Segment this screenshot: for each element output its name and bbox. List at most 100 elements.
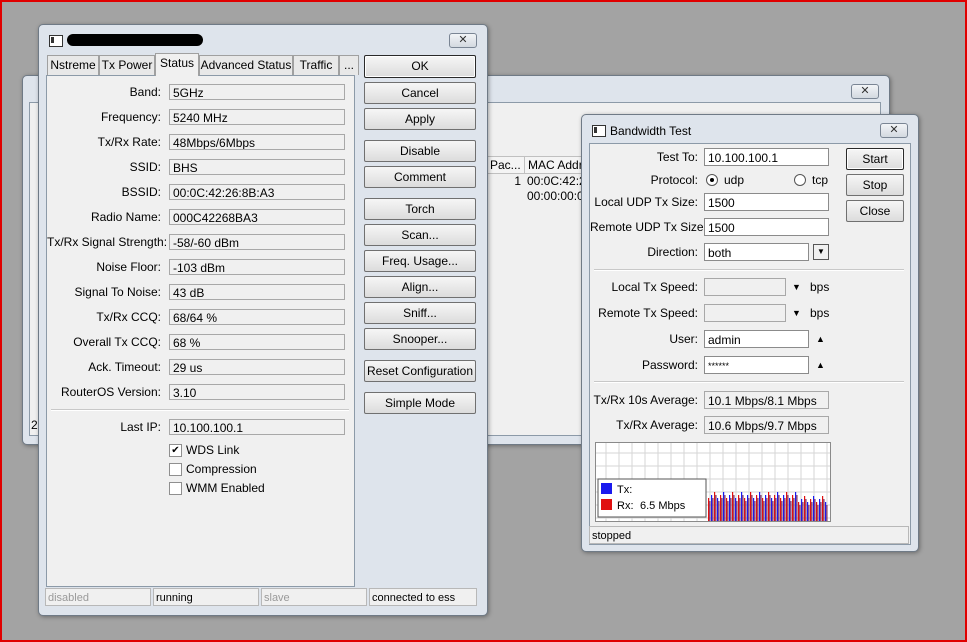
user-label: User:	[669, 332, 698, 346]
simple-mode-button[interactable]: Simple Mode	[364, 392, 476, 414]
graph-bar	[769, 495, 771, 521]
sniff-button[interactable]: Sniff...	[364, 302, 476, 324]
remote-tx-speed-input[interactable]	[704, 304, 786, 322]
wmm-enabled-checkbox[interactable]	[169, 482, 182, 495]
tab-more[interactable]: ...	[339, 55, 359, 75]
tab-traffic[interactable]: Traffic	[293, 55, 339, 75]
test-to-input[interactable]: 10.100.100.1	[704, 148, 829, 166]
radio-name-value: 000C42268BA3	[169, 209, 345, 225]
password-input[interactable]: ******	[704, 356, 809, 374]
close-button[interactable]: ✕	[880, 123, 908, 138]
graph-bar	[813, 496, 815, 521]
local-tx-speed-input[interactable]	[704, 278, 786, 296]
window-icon	[49, 35, 63, 47]
last-ip-label: Last IP:	[120, 420, 161, 434]
user-input[interactable]: admin	[704, 330, 809, 348]
graph-bar	[772, 501, 774, 521]
freq-usage-button[interactable]: Freq. Usage...	[364, 250, 476, 272]
comment-button[interactable]: Comment	[364, 166, 476, 188]
signal-to-noise-label: Signal To Noise:	[74, 285, 162, 299]
ssid-label: SSID:	[129, 160, 161, 174]
graph-bar	[820, 502, 822, 521]
tab-status[interactable]: Status	[155, 53, 199, 76]
chevron-up-icon[interactable]: ▲	[816, 334, 825, 344]
graph-bar	[736, 501, 738, 521]
remote-udp-tx-size-input[interactable]: 1500	[704, 218, 829, 236]
start-button[interactable]: Start	[846, 148, 904, 170]
avg-value: 10.6 Mbps/9.7 Mbps	[704, 416, 829, 434]
align-button[interactable]: Align...	[364, 276, 476, 298]
graph-bar	[748, 498, 750, 521]
avg-10s-value: 10.1 Mbps/8.1 Mbps	[704, 391, 829, 409]
apply-button[interactable]: Apply	[364, 108, 476, 130]
direction-dropdown-icon[interactable]: ▼	[813, 244, 829, 260]
graph-bar	[774, 495, 776, 521]
background-row-mac[interactable]: 00:0C:42:26	[527, 174, 585, 188]
graph-bar	[745, 501, 747, 521]
background-column-header-mac[interactable]: MAC Address	[524, 156, 589, 174]
graph-bar	[717, 498, 719, 521]
ok-button[interactable]: OK	[364, 55, 476, 78]
graph-bar	[789, 498, 791, 521]
graph-bar	[793, 498, 795, 521]
graph-bar	[763, 501, 765, 521]
reset-configuration-button[interactable]: Reset Configuration	[364, 360, 476, 382]
local-udp-tx-size-input[interactable]: 1500	[704, 193, 829, 211]
graph-bar	[781, 501, 783, 521]
graph-bar	[790, 501, 792, 521]
band-label: Band:	[129, 85, 161, 99]
tx-legend-swatch	[601, 483, 612, 494]
wds-link-checkbox[interactable]: ✔	[169, 444, 182, 457]
graph-bar	[723, 492, 725, 521]
graph-bar	[787, 495, 789, 521]
interface-window[interactable]: ✕ Nstreme Tx Power Status Advanced Statu…	[38, 24, 488, 616]
graph-bar	[732, 492, 734, 521]
chevron-down-icon[interactable]: ▼	[792, 308, 801, 318]
tab-nstreme[interactable]: Nstreme	[47, 55, 99, 75]
close-dialog-button[interactable]: Close	[846, 200, 904, 222]
scan-button[interactable]: Scan...	[364, 224, 476, 246]
remote-tx-speed-label: Remote Tx Speed:	[598, 306, 698, 320]
bandwidth-test-status: stopped	[589, 526, 909, 544]
stop-button[interactable]: Stop	[846, 174, 904, 196]
tab-tx-power[interactable]: Tx Power	[99, 55, 155, 75]
protocol-label: Protocol:	[650, 173, 698, 187]
graph-bar	[735, 498, 737, 521]
direction-select[interactable]: both	[704, 243, 809, 261]
compression-checkbox[interactable]	[169, 463, 182, 476]
background-left-digit: 2	[31, 418, 38, 432]
disable-button[interactable]: Disable	[364, 140, 476, 162]
torch-button[interactable]: Torch	[364, 198, 476, 220]
chevron-up-icon[interactable]: ▲	[816, 360, 825, 370]
band-value: 5GHz	[169, 84, 345, 100]
tx-rx-ccq-label: Tx/Rx CCQ:	[96, 310, 161, 324]
close-button[interactable]: ✕	[449, 33, 477, 48]
graph-bar	[804, 496, 806, 521]
graph-bar	[778, 495, 780, 521]
graph-bar	[808, 505, 810, 521]
bandwidth-test-title: Bandwidth Test	[610, 124, 692, 138]
bssid-label: BSSID:	[121, 185, 161, 199]
cancel-button[interactable]: Cancel	[364, 82, 476, 104]
graph-bar	[711, 495, 713, 521]
background-column-header-pac[interactable]: Pac...	[485, 156, 527, 174]
tx-legend-label: Tx:	[617, 484, 632, 496]
overall-tx-ccq-value: 68 %	[169, 334, 345, 350]
graph-bar	[780, 498, 782, 521]
tcp-radio[interactable]	[794, 174, 806, 186]
bandwidth-test-window[interactable]: Bandwidth Test ✕ Test To: 10.100.100.1 P…	[581, 114, 919, 552]
redacted-title	[67, 34, 203, 46]
background-close-button[interactable]: ✕	[851, 84, 879, 99]
password-label: Password:	[641, 358, 698, 372]
graph-bar	[768, 492, 770, 521]
chevron-down-icon[interactable]: ▼	[792, 282, 801, 292]
udp-radio[interactable]	[706, 174, 718, 186]
graph-bar	[759, 492, 761, 521]
graph-bar	[771, 498, 773, 521]
tab-advanced-status[interactable]: Advanced Status	[199, 55, 293, 75]
ssid-value: BHS	[169, 159, 345, 175]
rx-legend-label: Rx:	[617, 500, 634, 512]
snooper-button[interactable]: Snooper...	[364, 328, 476, 350]
ack-timeout-label: Ack. Timeout:	[88, 360, 161, 374]
background-row-mac[interactable]: 00:00:00:00	[527, 189, 585, 203]
